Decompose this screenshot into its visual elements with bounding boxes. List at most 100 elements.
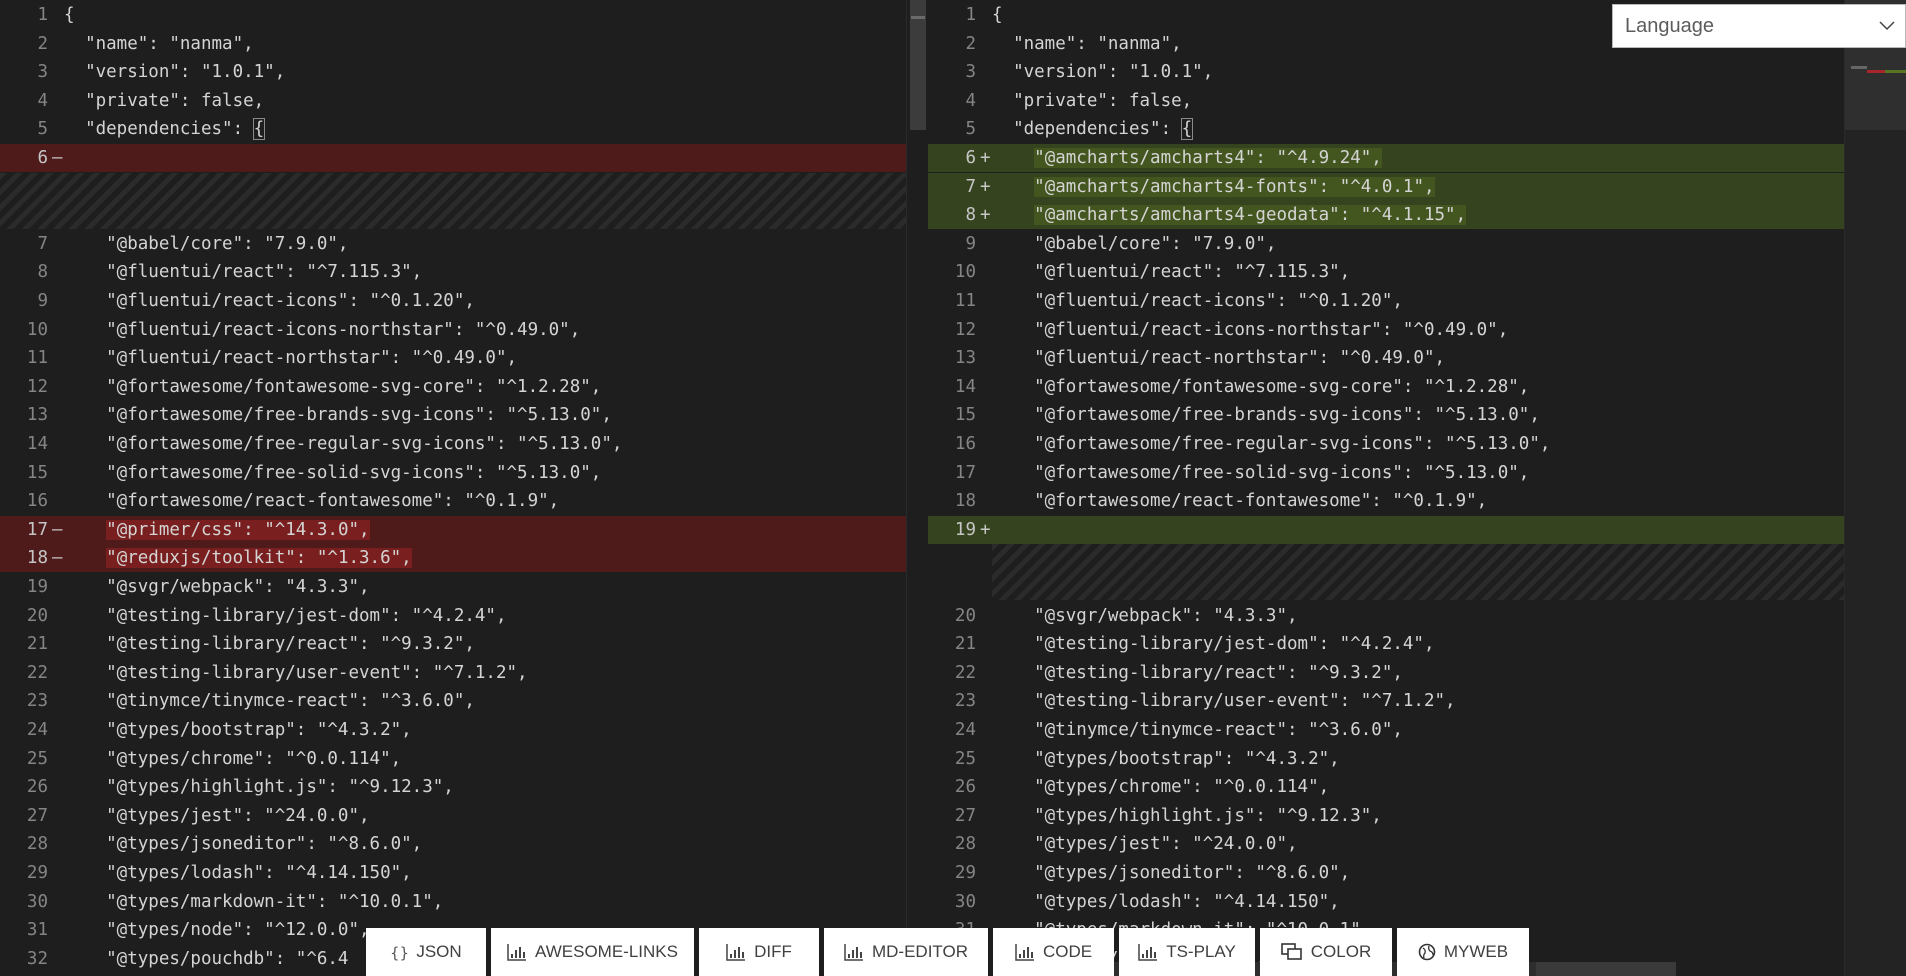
line-number: 8: [37, 262, 48, 283]
modified-code-line[interactable]: 15 "@fortawesome/free-brands-svg-icons":…: [928, 401, 1866, 429]
original-code-line[interactable]: 23 "@tinymce/tinymce-react": "^3.6.0",: [0, 687, 906, 715]
modified-code-line[interactable]: 25 "@types/bootstrap": "^4.3.2",: [928, 745, 1866, 773]
original-code-line[interactable]: 17— "@primer/css": "^14.3.0",: [0, 515, 906, 544]
original-code-line[interactable]: 19 "@svgr/webpack": "4.3.3",: [0, 573, 906, 601]
modified-code-line[interactable]: 11 "@fluentui/react-icons": "^0.1.20",: [928, 287, 1866, 315]
diff-original-pane[interactable]: 1{2 "name": "nanma", 3 "version": "1.0.1"…: [0, 0, 906, 976]
line-code: "@fortawesome/free-solid-svg-icons": "^5…: [64, 462, 602, 483]
modified-code-line[interactable]: 4 "private": false,: [928, 87, 1866, 115]
modified-code-line[interactable]: 8 + "@amcharts/amcharts4-geodata": "^4.1.…: [928, 201, 1866, 230]
ts-play-button[interactable]: TS-PLAY: [1119, 928, 1255, 976]
line-number: 18: [26, 548, 48, 569]
original-code-line[interactable]: 25 "@types/chrome": "^0.0.114",: [0, 745, 906, 773]
original-code-line[interactable]: 16 "@fortawesome/react-fontawesome": "^0…: [0, 487, 906, 515]
globe-icon: [1418, 943, 1436, 961]
original-code-line[interactable]: 12 "@fortawesome/fontawesome-svg-core": …: [0, 373, 906, 401]
original-code-line[interactable]: 4 "private": false,: [0, 87, 906, 115]
awesome-links-button[interactable]: AWESOME-LINKS: [491, 928, 694, 976]
modified-code-line[interactable]: 9 "@babel/core": "7.9.0",: [928, 230, 1866, 258]
line-number: 30: [26, 891, 48, 912]
md-editor-button[interactable]: MD-EDITOR: [824, 928, 988, 976]
original-code-line[interactable]: 13 "@fortawesome/free-brands-svg-icons":…: [0, 401, 906, 429]
modified-code-line[interactable]: 5 "dependencies": {: [928, 115, 1866, 143]
diff-modified-pane[interactable]: 1{2 "name": "nanma", 3 "version": "1.0.1"…: [928, 0, 1866, 976]
original-code-line[interactable]: 6—: [0, 144, 906, 172]
original-code-line[interactable]: 5 "dependencies": {: [0, 115, 906, 143]
line-number: 7: [965, 176, 976, 197]
language-select[interactable]: Language: [1612, 4, 1906, 48]
original-code-line[interactable]: 24 "@types/bootstrap": "^4.3.2",: [0, 716, 906, 744]
modified-code-line[interactable]: 6 + "@amcharts/amcharts4": "^4.9.24",: [928, 144, 1866, 172]
original-code-line[interactable]: 20 "@testing-library/jest-dom": "^4.2.4"…: [0, 602, 906, 630]
original-code-line[interactable]: 3 "version": "1.0.1",: [0, 58, 906, 86]
line-number: 24: [954, 720, 976, 740]
modified-code-line[interactable]: 14 "@fortawesome/fontawesome-svg-core": …: [928, 373, 1866, 401]
modified-code-line[interactable]: 24 "@tinymce/tinymce-react": "^3.6.0",: [928, 716, 1866, 744]
md-editor-button-label: MD-EDITOR: [871, 942, 968, 961]
line-code: "@fortawesome/fontawesome-svg-core": "^1…: [64, 376, 602, 397]
line-code: "@babel/core": "7.9.0",: [992, 233, 1277, 254]
line-number: 21: [26, 634, 48, 655]
original-code-line[interactable]: 9 "@fluentui/react-icons": "^0.1.20",: [0, 287, 906, 315]
diff-filler: [992, 544, 1866, 601]
modified-code-line[interactable]: 16 "@fortawesome/free-regular-svg-icons"…: [928, 430, 1866, 458]
myweb-button[interactable]: MYWEB: [1397, 928, 1529, 976]
line-code: "@primer/css": "^14.3.0",: [64, 516, 906, 544]
modified-code-line[interactable]: 23 "@testing-library/user-event": "^7.1.…: [928, 687, 1866, 715]
line-code: "@fortawesome/free-solid-svg-icons": "^5…: [992, 462, 1530, 483]
original-code-line[interactable]: 28 "@types/jsoneditor": "^8.6.0",: [0, 830, 906, 858]
code-button[interactable]: CODE: [993, 928, 1114, 976]
original-code-line[interactable]: 14 "@fortawesome/free-regular-svg-icons"…: [0, 430, 906, 458]
original-code-line[interactable]: 29 "@types/lodash": "^4.14.150",: [0, 859, 906, 887]
modified-code-line[interactable]: 28 "@types/jest": "^24.0.0",: [928, 830, 1866, 858]
original-code-line[interactable]: 8 "@fluentui/react": "^7.115.3",: [0, 258, 906, 286]
line-number: 25: [954, 748, 976, 769]
modified-code-line[interactable]: 18 "@fortawesome/react-fontawesome": "^0…: [928, 487, 1866, 515]
line-code: "@types/jsoneditor": "^8.6.0",: [64, 834, 423, 855]
diff-button[interactable]: DIFF: [699, 928, 819, 976]
line-code: "@tinymce/tinymce-react": "^3.6.0",: [992, 720, 1403, 740]
modified-code-line[interactable]: 21 "@testing-library/jest-dom": "^4.2.4"…: [928, 630, 1866, 658]
modified-code-line[interactable]: 26 "@types/chrome": "^0.0.114",: [928, 773, 1866, 801]
modified-code-line[interactable]: 10 "@fluentui/react": "^7.115.3",: [928, 258, 1866, 286]
original-code-line[interactable]: 15 "@fortawesome/free-solid-svg-icons": …: [0, 459, 906, 487]
modified-code-line[interactable]: 22 "@testing-library/react": "^9.3.2",: [928, 659, 1866, 687]
modified-code-line[interactable]: 17 "@fortawesome/free-solid-svg-icons": …: [928, 459, 1866, 487]
original-code-line[interactable]: 22 "@testing-library/user-event": "^7.1.…: [0, 659, 906, 687]
original-code-line[interactable]: 27 "@types/jest": "^24.0.0",: [0, 802, 906, 830]
original-code-line[interactable]: 26 "@types/highlight.js": "^9.12.3",: [0, 773, 906, 801]
color-button[interactable]: COLOR: [1260, 928, 1392, 976]
line-number: 11: [26, 348, 48, 369]
original-code-line[interactable]: 30 "@types/markdown-it": "^10.0.1",: [0, 888, 906, 916]
modified-code-line[interactable]: 19 +: [928, 515, 1866, 544]
line-number: 7: [37, 233, 48, 254]
line-number: 12: [954, 319, 976, 340]
modified-code-line[interactable]: 12 "@fluentui/react-icons-northstar": "^…: [928, 316, 1866, 344]
line-code: "@amcharts/amcharts4": "^4.9.24",: [992, 144, 1866, 172]
original-code-line[interactable]: 21 "@testing-library/react": "^9.3.2",: [0, 630, 906, 658]
modified-code-line[interactable]: 30 "@types/lodash": "^4.14.150",: [928, 888, 1866, 916]
overview-ruler[interactable]: [1844, 0, 1906, 976]
modified-code-line[interactable]: 29 "@types/jsoneditor": "^8.6.0",: [928, 859, 1866, 887]
original-code-line[interactable]: 18— "@reduxjs/toolkit": "^1.3.6",: [0, 544, 906, 573]
modified-code-line[interactable]: 7 + "@amcharts/amcharts4-fonts": "^4.0.1"…: [928, 172, 1866, 201]
original-code-line[interactable]: 11 "@fluentui/react-northstar": "^0.49.0…: [0, 344, 906, 372]
original-code-line[interactable]: 7 "@babel/core": "7.9.0",: [0, 230, 906, 258]
removed-line-icon: —: [52, 548, 63, 569]
original-code-line[interactable]: 10 "@fluentui/react-icons-northstar": "^…: [0, 316, 906, 344]
json-button[interactable]: {} JSON: [366, 928, 486, 976]
line-code: "@types/jest": "^24.0.0",: [992, 834, 1298, 855]
modified-code-line[interactable]: 13 "@fluentui/react-northstar": "^0.49.0…: [928, 344, 1866, 372]
line-number: 16: [954, 434, 976, 454]
diff-filler: [0, 172, 906, 229]
original-scrollbar[interactable]: [906, 0, 930, 976]
modified-code-line[interactable]: 20 "@svgr/webpack": "4.3.3",: [928, 602, 1866, 630]
line-code: "@svgr/webpack": "4.3.3",: [992, 605, 1298, 626]
line-number: 27: [26, 805, 48, 826]
original-scrollbar-thumb[interactable]: [910, 0, 926, 130]
modified-code-line[interactable]: 3 "version": "1.0.1",: [928, 58, 1866, 86]
line-number: 6: [37, 148, 48, 168]
modified-code-line[interactable]: 27 "@types/highlight.js": "^9.12.3",: [928, 802, 1866, 830]
original-code-line[interactable]: 2 "name": "nanma",: [0, 30, 906, 58]
original-code-line[interactable]: 1{: [0, 1, 906, 29]
